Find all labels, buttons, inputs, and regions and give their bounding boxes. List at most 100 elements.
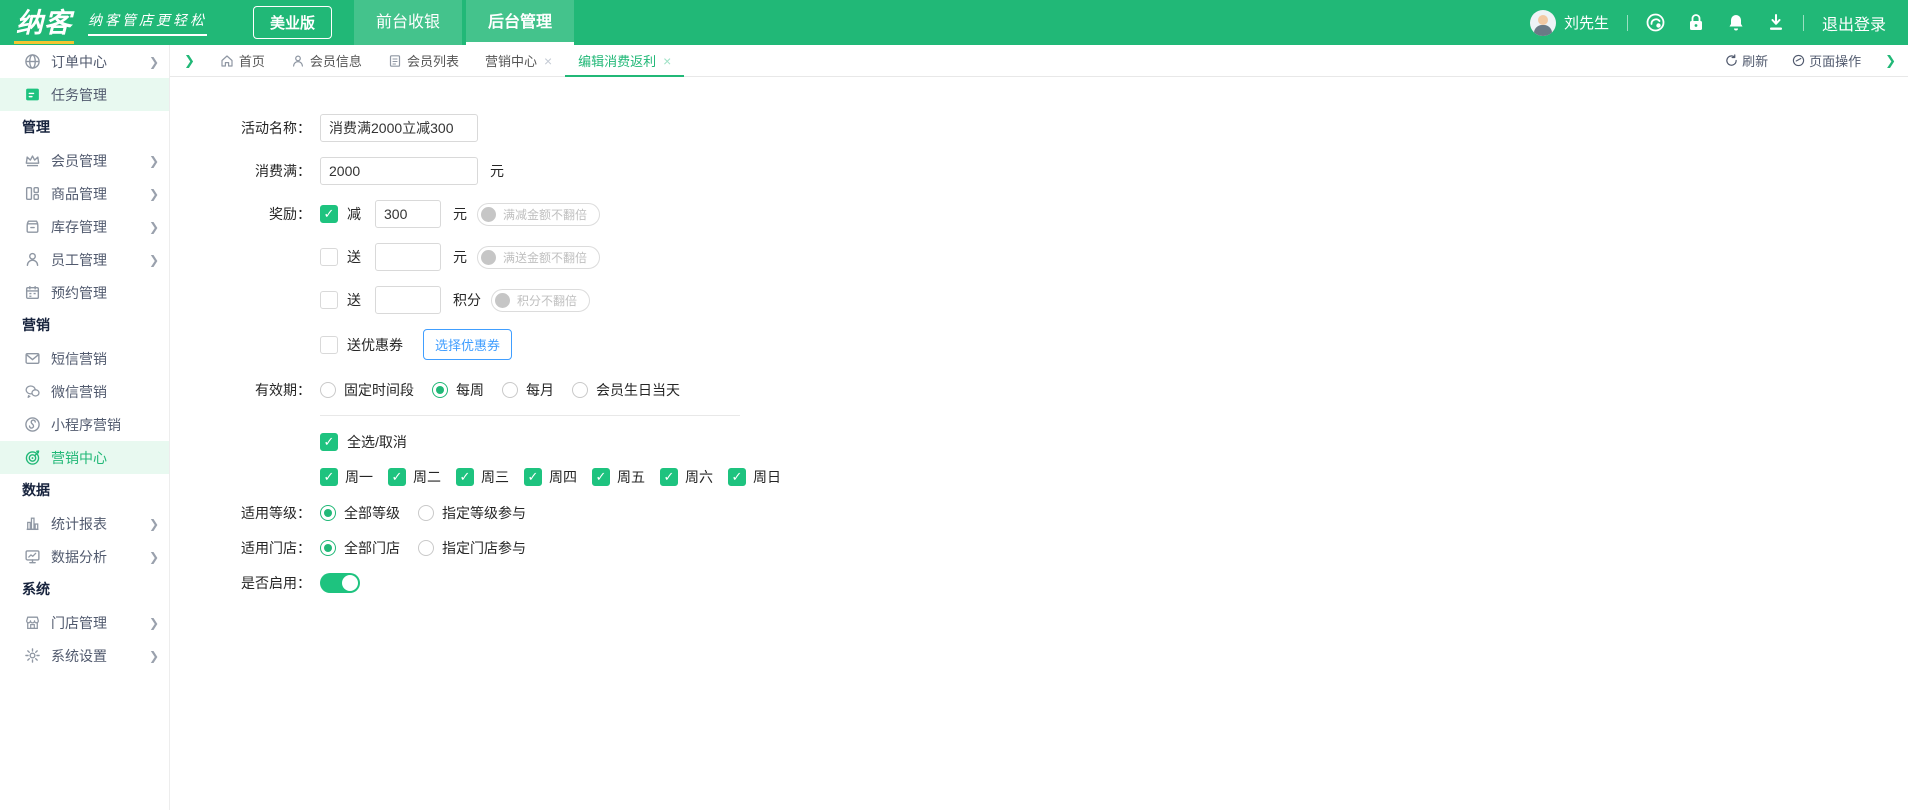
store-row: 适用门店： 全部门店 指定门店参与 [211, 538, 1908, 558]
refresh-button[interactable]: 刷新 [1725, 51, 1768, 70]
bell-icon[interactable] [1727, 13, 1745, 32]
select-coupon-button[interactable]: 选择优惠券 [423, 329, 512, 360]
sidebar-item-goods-management[interactable]: 商品管理 ❯ [0, 177, 169, 210]
chevron-right-icon: ❯ [149, 187, 159, 201]
validity-weekly-radio[interactable] [432, 382, 448, 398]
reward-row-1: 奖励： ✓ 减 元 满减金额不翻倍 [211, 200, 1908, 228]
sunday-checkbox[interactable]: ✓ [728, 468, 746, 486]
reward-row-2: 送 元 满送金额不翻倍 [211, 243, 1908, 271]
tab-member-list[interactable]: 会员列表 [375, 45, 472, 77]
sidebar-item-staff-management[interactable]: 员工管理 ❯ [0, 243, 169, 276]
sidebar-item-sms-marketing[interactable]: 短信营销 [0, 342, 169, 375]
sidebar-item-task-management[interactable]: 任务管理 [0, 78, 169, 111]
reward-discount-checkbox[interactable]: ✓ [320, 205, 338, 223]
reward-points-input[interactable] [375, 286, 441, 314]
tuesday-checkbox[interactable]: ✓ [388, 468, 406, 486]
activity-name-input[interactable] [320, 114, 478, 142]
validity-birthday-radio[interactable] [572, 382, 588, 398]
tab-home[interactable]: 首页 [207, 45, 278, 77]
sidebar-item-data-analysis[interactable]: 数据分析 ❯ [0, 540, 169, 573]
level-row: 适用等级： 全部等级 指定等级参与 [211, 503, 1908, 523]
activity-name-row: 活动名称： [211, 114, 1908, 142]
all-stores-radio[interactable] [320, 540, 336, 556]
specific-stores-radio[interactable] [418, 540, 434, 556]
reward-row-4: 送优惠券 选择优惠券 [211, 329, 1908, 360]
spend-unit: 元 [490, 161, 504, 181]
edition-button[interactable]: 美业版 [253, 6, 332, 39]
toggle-knob [342, 575, 358, 591]
gift-no-multiply-toggle[interactable]: 满送金额不翻倍 [477, 246, 600, 269]
sidebar-item-statistics-report[interactable]: 统计报表 ❯ [0, 507, 169, 540]
discount-no-multiply-toggle[interactable]: 满减金额不翻倍 [477, 203, 600, 226]
sidebar-item-store-management[interactable]: 门店管理 ❯ [0, 606, 169, 639]
sidebar-item-marketing-center[interactable]: 营销中心 [0, 441, 169, 474]
spend-input[interactable] [320, 157, 478, 185]
friday-checkbox[interactable]: ✓ [592, 468, 610, 486]
service-icon[interactable] [1646, 13, 1665, 32]
task-icon [24, 86, 41, 103]
reward-coupon-checkbox[interactable] [320, 336, 338, 354]
staff-icon [24, 251, 41, 268]
sidebar-item-member-management[interactable]: 会员管理 ❯ [0, 144, 169, 177]
monday-checkbox[interactable]: ✓ [320, 468, 338, 486]
chevron-right-icon[interactable]: ❯ [1885, 53, 1896, 69]
sidebar-item-miniapp-marketing[interactable]: 小程序营销 [0, 408, 169, 441]
toggle-knob [495, 293, 510, 308]
nav-front-cashier[interactable]: 前台收银 [354, 0, 462, 45]
points-no-multiply-toggle[interactable]: 积分不翻倍 [491, 289, 590, 312]
tab-bar: ❯ 首页 会员信息 会员列表 营销中心 × 编辑消费返利 × 刷新 页面操作 ❯ [170, 45, 1908, 77]
all-levels-radio[interactable] [320, 505, 336, 521]
validity-monthly-radio[interactable] [502, 382, 518, 398]
logout-button[interactable]: 退出登录 [1822, 11, 1886, 35]
chevron-right-icon: ❯ [149, 253, 159, 267]
close-icon[interactable]: × [544, 53, 552, 69]
weekday-row: ✓ 周一 ✓ 周二 ✓ 周三 ✓ 周四 ✓ 周五 ✓ 周六 ✓ 周日 [320, 467, 1908, 487]
tab-marketing-center[interactable]: 营销中心 × [472, 45, 565, 77]
sidebar-item-booking-management[interactable]: 预约管理 [0, 276, 169, 309]
refresh-icon [1725, 54, 1738, 67]
chevron-right-icon: ❯ [149, 616, 159, 630]
select-all-checkbox[interactable]: ✓ [320, 433, 338, 451]
sidebar-collapse-icon[interactable]: ❯ [184, 53, 195, 69]
page-actions-button[interactable]: 页面操作 [1792, 51, 1861, 70]
sidebar-item-order-center[interactable]: 订单中心 ❯ [0, 45, 169, 78]
select-all-label: 全选/取消 [347, 432, 407, 452]
close-icon[interactable]: × [663, 53, 671, 69]
store-icon [24, 614, 41, 631]
download-icon[interactable] [1767, 13, 1785, 32]
tab-member-info[interactable]: 会员信息 [278, 45, 375, 77]
chevron-right-icon: ❯ [149, 550, 159, 564]
chevron-right-icon: ❯ [149, 220, 159, 234]
tab-edit-consumption-rebate[interactable]: 编辑消费返利 × [565, 45, 684, 77]
home-icon [220, 54, 234, 68]
wednesday-checkbox[interactable]: ✓ [456, 468, 474, 486]
reward-gift-money-unit: 元 [453, 247, 467, 267]
validity-fixed-period-radio[interactable] [320, 382, 336, 398]
reward-gift-money-checkbox[interactable] [320, 248, 338, 266]
reward-discount-input[interactable] [375, 200, 441, 228]
spend-label: 消费满： [211, 161, 311, 181]
specific-levels-radio[interactable] [418, 505, 434, 521]
nav-backend-admin[interactable]: 后台管理 [466, 0, 574, 45]
saturday-checkbox[interactable]: ✓ [660, 468, 678, 486]
avatar [1530, 10, 1556, 36]
sidebar-item-wechat-marketing[interactable]: 微信营销 [0, 375, 169, 408]
spend-threshold-row: 消费满： 元 [211, 157, 1908, 185]
sms-icon [24, 350, 41, 367]
reward-gift-money-input[interactable] [375, 243, 441, 271]
divider [320, 415, 740, 416]
crown-icon [24, 152, 41, 169]
brand-logo: 纳客 [14, 1, 74, 44]
toggle-knob [481, 207, 496, 222]
thursday-checkbox[interactable]: ✓ [524, 468, 542, 486]
page-actions-icon [1792, 54, 1805, 67]
gear-icon [24, 647, 41, 664]
miniapp-icon [24, 416, 41, 433]
chevron-right-icon: ❯ [149, 55, 159, 69]
enabled-toggle[interactable] [320, 573, 360, 593]
reward-points-checkbox[interactable] [320, 291, 338, 309]
user-box[interactable]: 刘先生 [1530, 10, 1609, 36]
sidebar-item-stock-management[interactable]: 库存管理 ❯ [0, 210, 169, 243]
sidebar-item-system-settings[interactable]: 系统设置 ❯ [0, 639, 169, 672]
lock-icon[interactable] [1687, 13, 1705, 32]
